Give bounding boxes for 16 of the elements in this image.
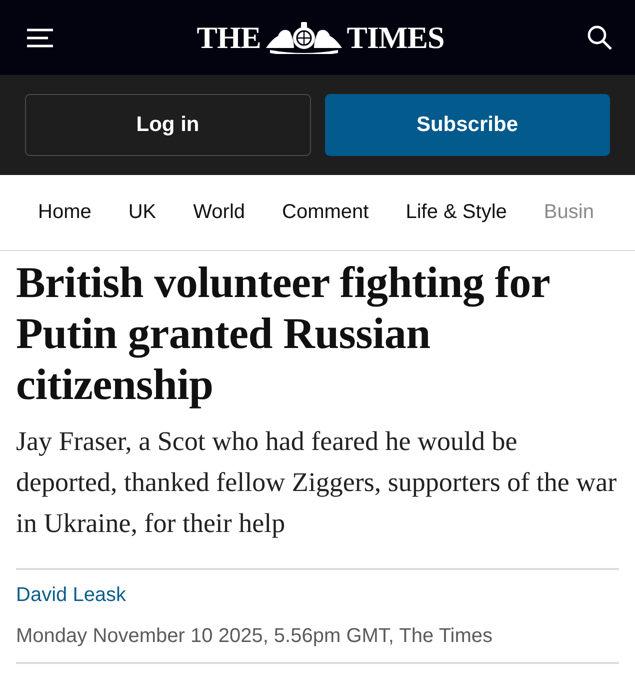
logo-text: THE	[196, 20, 261, 56]
crest-icon	[264, 22, 344, 54]
headline: British volunteer fighting for Putin granted Russian citizenship	[16, 257, 550, 410]
subscribe-button[interactable]: Subscribe	[324, 94, 610, 156]
nav-link[interactable]: UK	[128, 201, 156, 224]
nav-link[interactable]: Comment	[282, 201, 369, 224]
search-button[interactable]	[586, 24, 613, 50]
menu-button[interactable]	[26, 28, 54, 48]
author-link[interactable]: David Leask	[16, 584, 619, 607]
dateline: Monday November 10 2025, 5.56pm GMT, The Times	[16, 625, 494, 648]
nav-link[interactable]: Home	[38, 201, 92, 224]
nav-link[interactable]: Life & Style	[406, 201, 507, 224]
logo-text: TIMES	[346, 20, 444, 56]
standfirst: Jay Fraser, a Scot who had feared he would be deported, thanked fellow Ziggers, supporters of the war in Ukraine, for their help	[16, 425, 618, 540]
login-button[interactable]: Log in	[25, 94, 310, 156]
nav-link[interactable]: World	[193, 201, 246, 224]
